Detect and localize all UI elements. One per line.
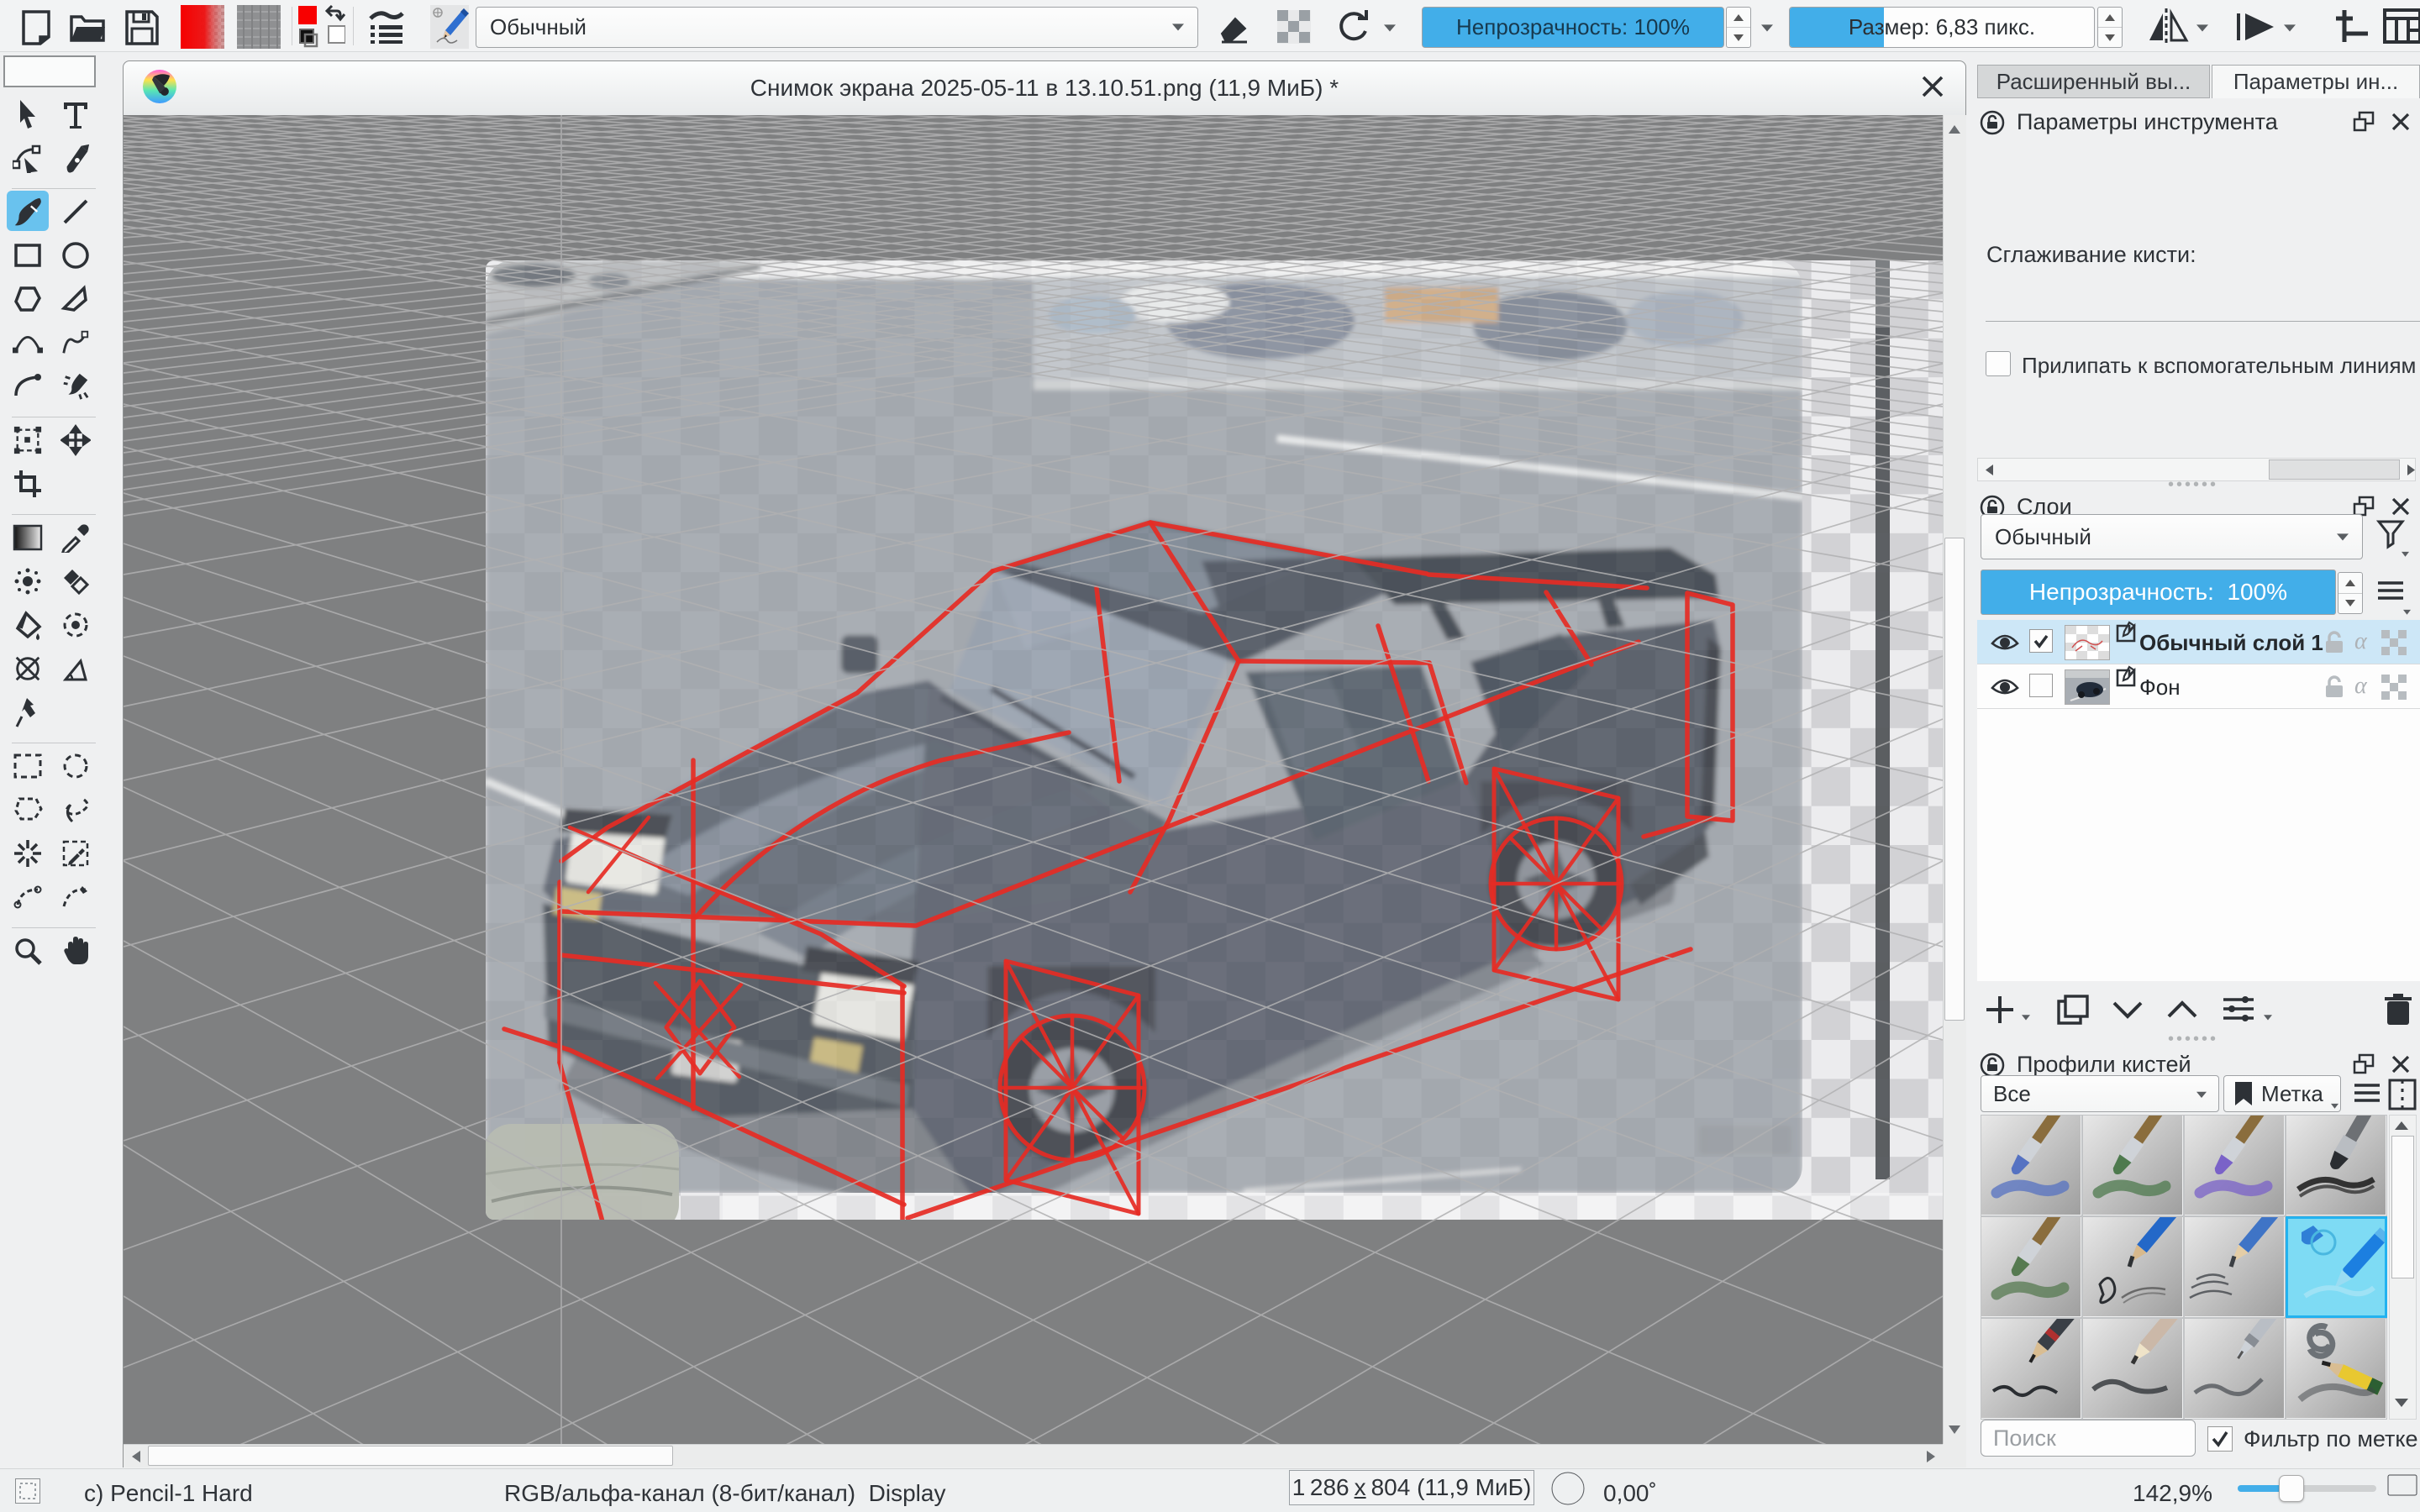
svg-text:α: α [2354,630,2368,652]
svg-text:α: α [2354,675,2368,696]
